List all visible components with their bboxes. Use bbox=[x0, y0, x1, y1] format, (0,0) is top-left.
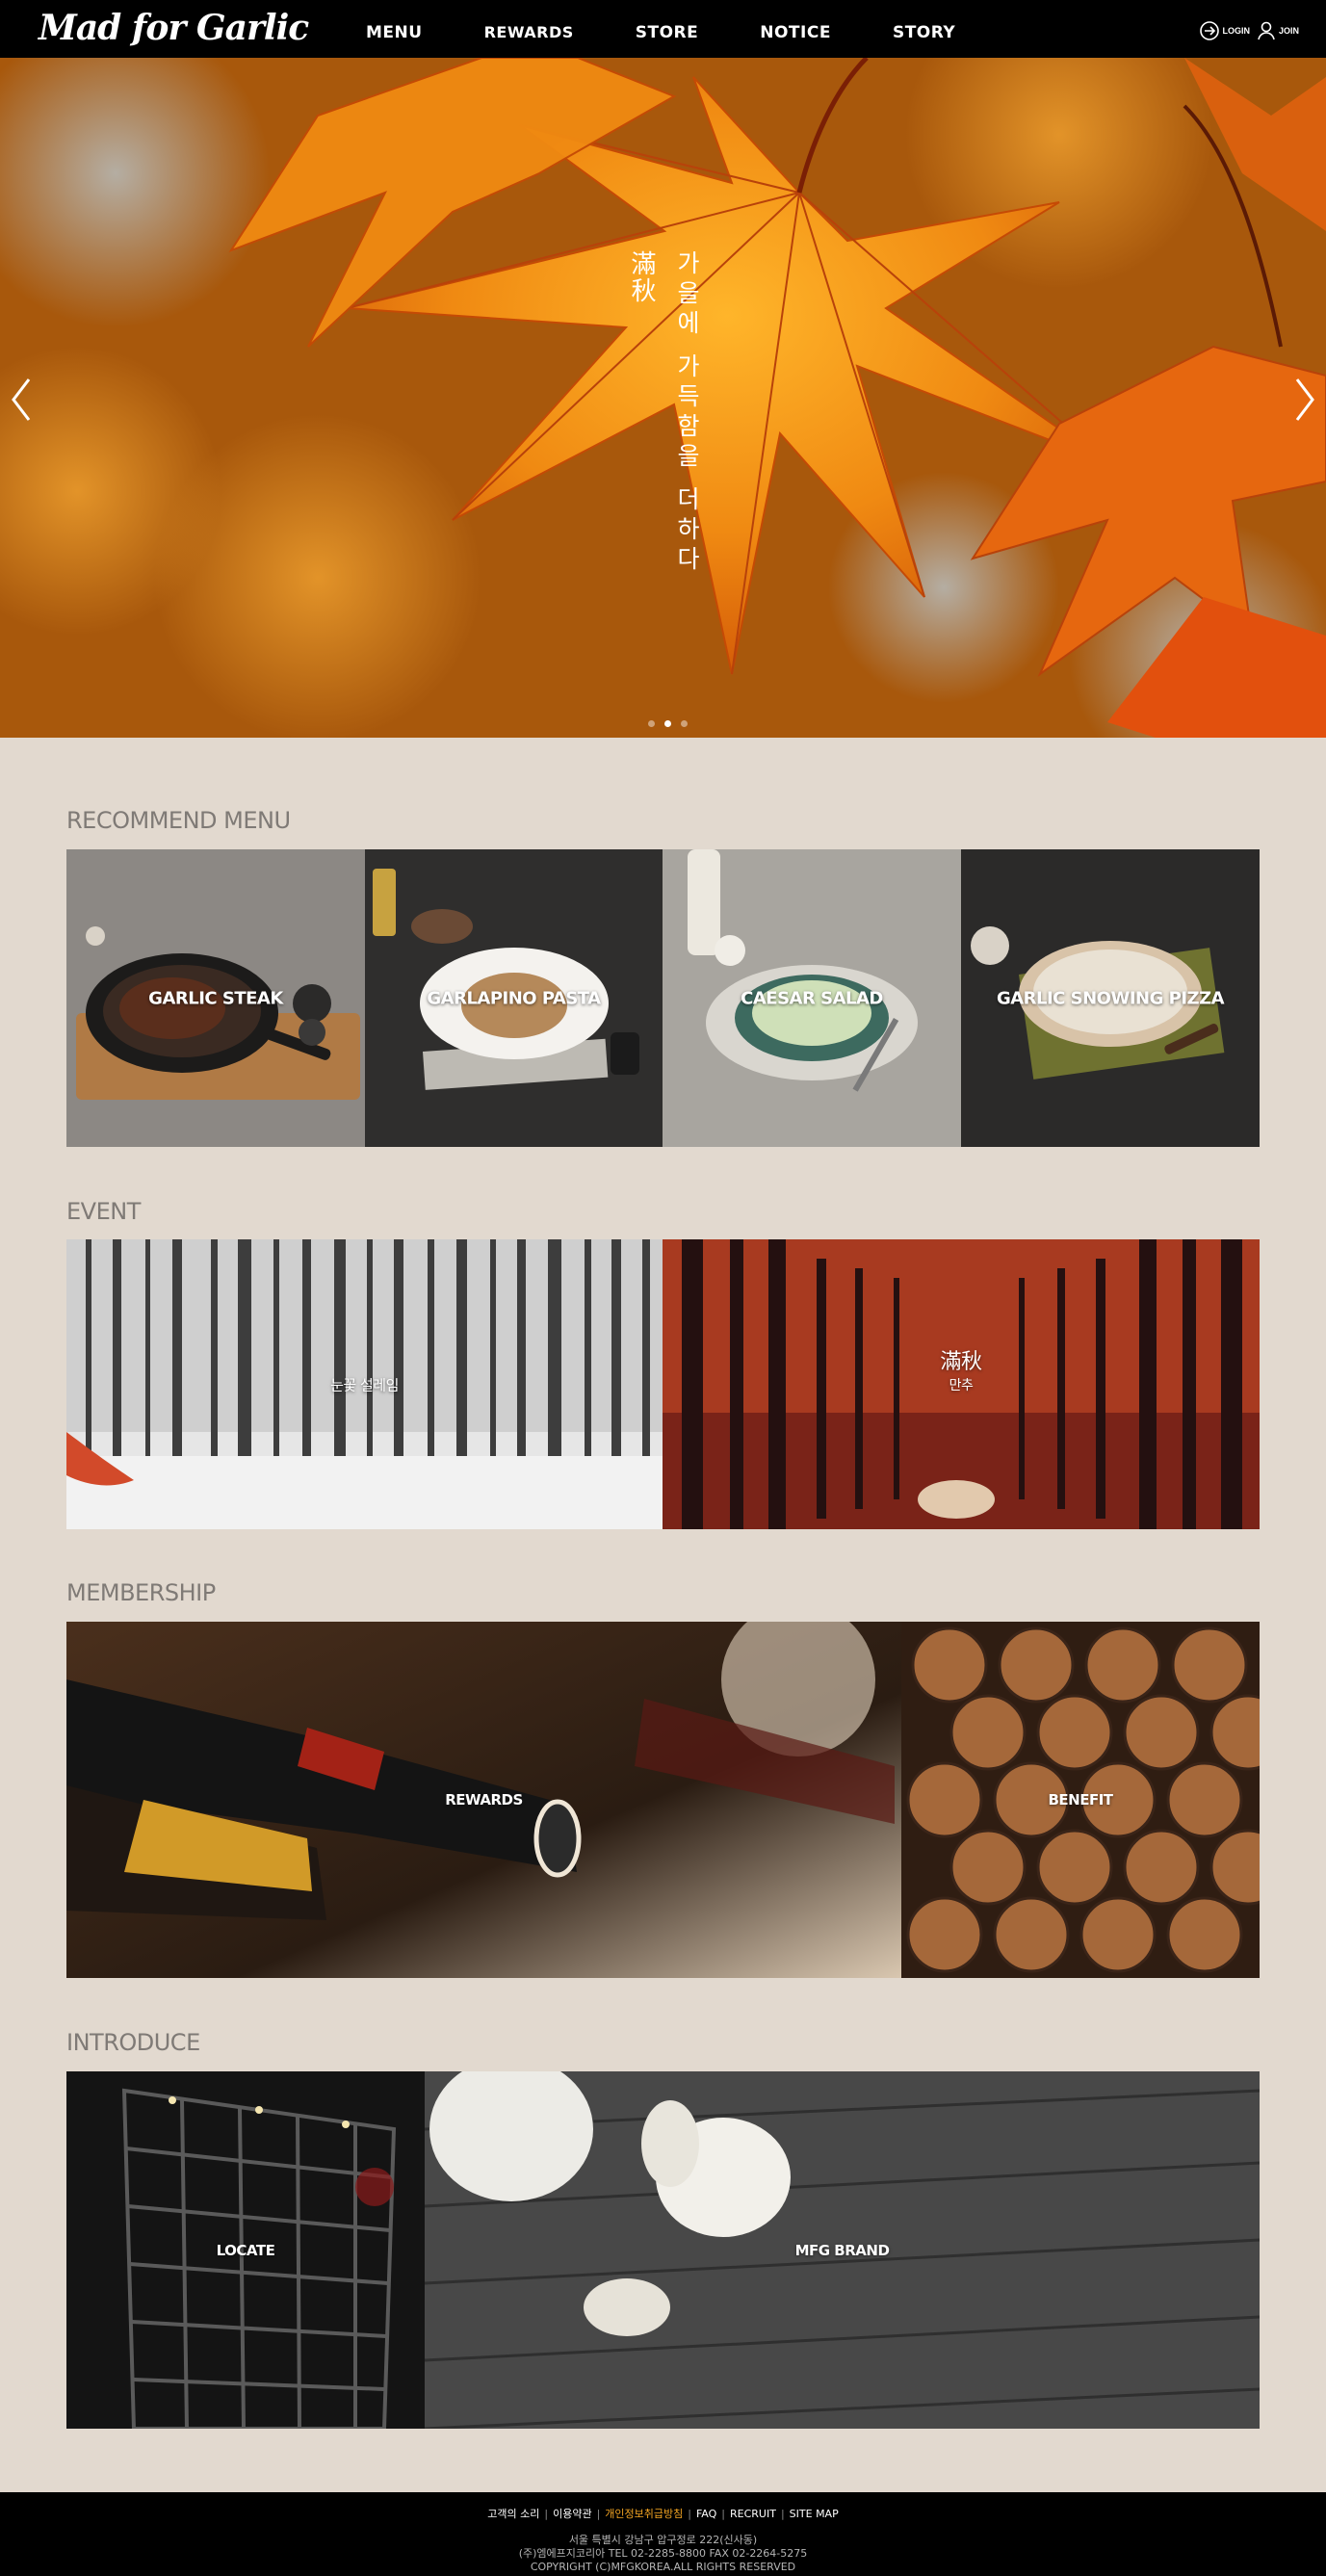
autumn-leaves-image bbox=[0, 58, 1326, 738]
footer-link-faq[interactable]: FAQ bbox=[696, 2508, 716, 2520]
event-tile-label-autumn: 滿秋 만추 bbox=[663, 1344, 1260, 1394]
membership-tile-benefit[interactable]: BENEFIT bbox=[901, 1622, 1260, 1978]
event-tile-snow[interactable]: 눈꽃 설레임 bbox=[66, 1239, 663, 1529]
login-icon bbox=[1200, 21, 1220, 40]
footer-address: 서울 특별시 강남구 압구정로 222(신사동) bbox=[568, 2534, 758, 2546]
footer-copyright: COPYRIGHT (C)MFGKOREA.ALL RIGHTS RESERVE… bbox=[530, 2561, 796, 2573]
introduce-tile-locate[interactable]: LOCATE bbox=[66, 2071, 425, 2429]
event-tile-label-snow: 눈꽃 설레임 bbox=[330, 1376, 399, 1393]
main-nav: MENU REWARDS STORE NOTICE STORY bbox=[366, 0, 1017, 58]
footer-separator: | bbox=[721, 2508, 726, 2520]
footer-separator: | bbox=[596, 2508, 601, 2520]
login-label: LOGIN bbox=[1222, 26, 1250, 36]
nav-item-store[interactable]: STORE bbox=[636, 0, 699, 58]
site-footer: 고객의 소리 | 이용약관 | 개인정보취급방침 | FAQ | RECRUIT | SITE MA… bbox=[0, 2492, 1326, 2576]
section-title-membership: MEMBERSHIP bbox=[66, 1579, 216, 1606]
footer-link-customer-voice[interactable]: 고객의 소리 bbox=[487, 2508, 539, 2520]
brand-logo[interactable]: Mad for Garlic bbox=[39, 8, 309, 48]
section-title-recommend: RECOMMEND MENU bbox=[66, 807, 291, 834]
account-links: LOGIN JOIN bbox=[1193, 20, 1299, 41]
menu-tile-garlapino-pasta[interactable]: GARLAPINO PASTA bbox=[365, 849, 663, 1147]
event-tile-label-autumn-cn: 滿秋 bbox=[940, 1350, 982, 1375]
event-tile-label-autumn-kr: 만추 bbox=[949, 1378, 974, 1394]
menu-tile-label-garlic-steak: GARLIC STEAK bbox=[148, 988, 283, 1008]
footer-separator: | bbox=[780, 2508, 785, 2520]
nav-item-rewards[interactable]: REWARDS bbox=[484, 0, 574, 58]
footer-company: (주)엠에프지코리아 TEL 02-2285-8800 FAX 02-2264-… bbox=[518, 2547, 808, 2560]
membership-tile-label-rewards: REWARDS bbox=[445, 1791, 523, 1808]
membership-tile-rewards[interactable]: REWARDS bbox=[66, 1622, 901, 1978]
nav-item-notice[interactable]: NOTICE bbox=[760, 0, 831, 58]
footer-link-privacy[interactable]: 개인정보취급방침 bbox=[605, 2508, 683, 2520]
footer-links: 고객의 소리 | 이용약관 | 개인정보취급방침 | FAQ | RECRUIT | SITE MA… bbox=[0, 2506, 1326, 2521]
footer-link-terms[interactable]: 이용약관 bbox=[553, 2508, 591, 2520]
membership-tile-label-benefit: BENEFIT bbox=[1048, 1791, 1113, 1808]
nav-item-story[interactable]: STORY bbox=[893, 0, 955, 58]
section-title-introduce: INTRODUCE bbox=[66, 2029, 200, 2056]
user-icon bbox=[1258, 21, 1275, 40]
introduce-tile-mfg-brand[interactable]: MFG BRAND bbox=[425, 2071, 1260, 2429]
slider-dot-1[interactable] bbox=[648, 720, 655, 727]
menu-tile-label-garlapino-pasta: GARLAPINO PASTA bbox=[427, 988, 601, 1008]
footer-link-sitemap[interactable]: SITE MAP bbox=[790, 2508, 839, 2520]
menu-tile-garlic-steak[interactable]: GARLIC STEAK bbox=[66, 849, 365, 1147]
introduce-tile-label-mfg-brand: MFG BRAND bbox=[794, 2241, 890, 2259]
footer-separator: | bbox=[688, 2508, 691, 2520]
join-label: JOIN bbox=[1278, 26, 1299, 36]
slider-prev-arrow-icon[interactable] bbox=[8, 376, 35, 424]
section-title-event: EVENT bbox=[66, 1198, 141, 1225]
join-link[interactable]: JOIN bbox=[1256, 20, 1299, 41]
footer-info: 서울 특별시 강남구 압구정로 222(신사동) (주)엠에프지코리아 TEL … bbox=[0, 2534, 1326, 2574]
footer-separator: | bbox=[544, 2508, 549, 2520]
login-link[interactable]: LOGIN bbox=[1199, 20, 1250, 41]
menu-tile-caesar-salad[interactable]: CAESAR SALAD bbox=[663, 849, 961, 1147]
menu-tile-label-garlic-snowing-pizza: GARLIC SNOWING PIZZA bbox=[996, 988, 1225, 1008]
hero-chinese-text: 滿秋 bbox=[627, 250, 656, 304]
site-header: Mad for Garlic MENU REWARDS STORE NOTICE… bbox=[0, 0, 1326, 58]
hero-slider: 滿秋 가을에 가득함을 더하다 bbox=[0, 58, 1326, 738]
hero-korean-text: 가을에 가득함을 더하다 bbox=[673, 250, 701, 576]
introduce-tile-label-locate: LOCATE bbox=[216, 2241, 275, 2259]
slider-dot-2[interactable] bbox=[664, 720, 671, 727]
event-tile-autumn[interactable]: 滿秋 만추 bbox=[663, 1239, 1260, 1529]
footer-link-recruit[interactable]: RECRUIT bbox=[730, 2508, 776, 2520]
slider-next-arrow-icon[interactable] bbox=[1291, 376, 1318, 424]
nav-item-menu[interactable]: MENU bbox=[366, 0, 423, 58]
slider-dots bbox=[643, 720, 692, 727]
menu-tile-garlic-snowing-pizza[interactable]: GARLIC SNOWING PIZZA bbox=[961, 849, 1260, 1147]
slider-dot-3[interactable] bbox=[681, 720, 688, 727]
menu-tile-label-caesar-salad: CAESAR SALAD bbox=[741, 988, 883, 1008]
